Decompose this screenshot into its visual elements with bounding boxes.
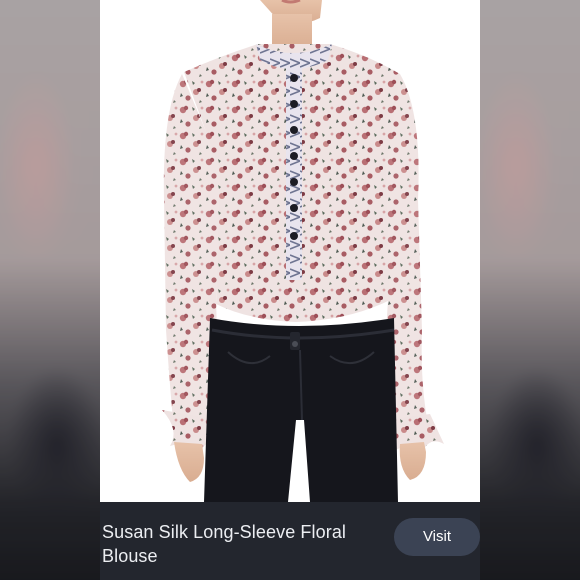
product-title[interactable]: Susan Silk Long-Sleeve Floral Blouse [102, 520, 372, 568]
blurred-backdrop-right [480, 0, 580, 580]
blurred-backdrop-left [0, 0, 100, 580]
floral-blouse-photo [100, 0, 480, 502]
lens-result-screen: Susan Silk Long-Sleeve Floral Blouse Vis… [0, 0, 580, 580]
product-image[interactable] [100, 0, 480, 502]
visit-button[interactable]: Visit [394, 518, 480, 556]
